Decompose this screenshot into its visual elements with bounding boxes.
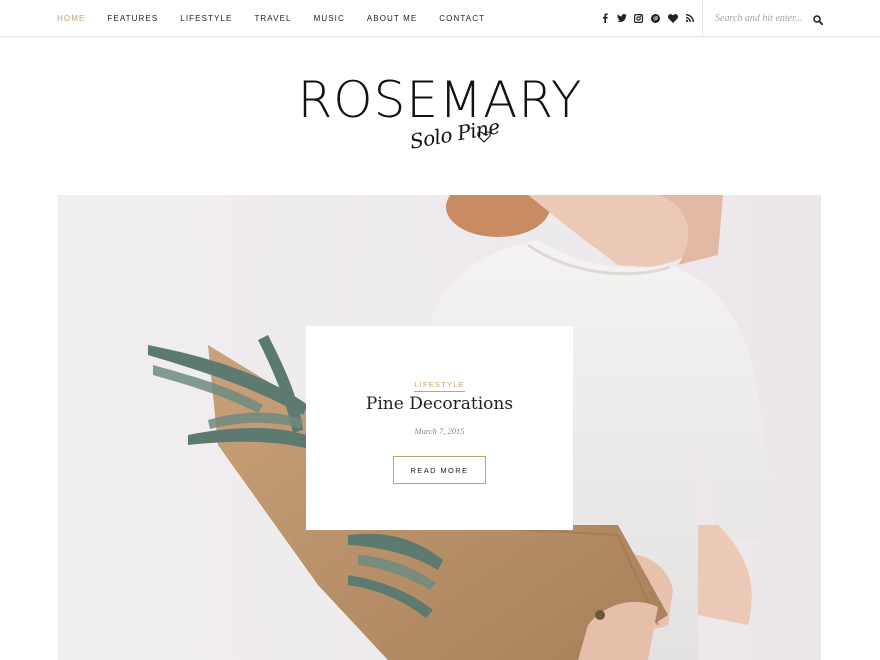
logo-title: ROSEMARY [297, 71, 583, 129]
facebook-icon[interactable] [596, 0, 613, 36]
post-category-link[interactable]: LIFESTYLE [414, 380, 465, 392]
nav-item-features[interactable]: FEATURES [107, 14, 158, 23]
post-category: LIFESTYLE [306, 374, 573, 392]
main-menu: HOME FEATURES LIFESTYLE TRAVEL MUSIC ABO… [57, 0, 507, 36]
rss-icon[interactable] [681, 0, 698, 36]
post-date: March 7, 2015 [414, 426, 465, 436]
search-box [702, 0, 880, 36]
site-logo[interactable]: ROSEMARY Solo Pine [0, 70, 880, 154]
post-title[interactable]: Pine Decorations [306, 394, 573, 414]
nav-item-travel[interactable]: TRAVEL [254, 14, 291, 23]
pinterest-icon[interactable] [647, 0, 664, 36]
bloglovin-heart-icon[interactable] [664, 0, 681, 36]
nav-item-home[interactable]: HOME [57, 14, 85, 23]
instagram-icon[interactable] [630, 0, 647, 36]
twitter-icon[interactable] [613, 0, 630, 36]
nav-item-lifestyle[interactable]: LIFESTYLE [180, 14, 232, 23]
social-links [596, 0, 698, 36]
logo-signature: Solo Pine [408, 114, 501, 170]
heart-icon [477, 130, 491, 148]
search-input[interactable] [715, 12, 815, 24]
nav-item-about-me[interactable]: ABOUT ME [367, 14, 417, 23]
nav-item-music[interactable]: MUSIC [314, 14, 345, 23]
read-more-button[interactable]: READ MORE [393, 456, 486, 484]
search-icon[interactable] [813, 12, 824, 30]
top-navigation-bar: HOME FEATURES LIFESTYLE TRAVEL MUSIC ABO… [0, 0, 880, 37]
featured-post-card: LIFESTYLE Pine Decorations March 7, 2015… [306, 326, 573, 530]
nav-item-contact[interactable]: CONTACT [439, 14, 485, 23]
